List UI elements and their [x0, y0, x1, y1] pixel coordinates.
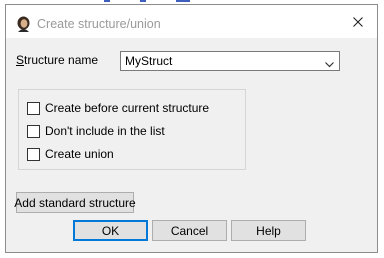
close-icon: [353, 17, 363, 27]
structure-name-combobox[interactable]: MyStruct: [120, 51, 340, 71]
dont-include-label: Don't include in the list: [45, 124, 165, 138]
dont-include-checkbox[interactable]: [27, 124, 40, 138]
close-button[interactable]: [345, 11, 371, 33]
background-link-fragment: [140, 0, 146, 2]
options-group: Create before current structure Don't in…: [18, 89, 246, 170]
option-dont-include[interactable]: Don't include in the list: [27, 123, 165, 139]
add-standard-structure-button[interactable]: Add standard structure: [14, 192, 136, 213]
chevron-down-icon[interactable]: [325, 57, 334, 68]
ok-button[interactable]: OK: [73, 220, 148, 241]
dialog-title: Create structure/union: [37, 17, 161, 31]
create-union-checkbox[interactable]: [27, 147, 40, 161]
ida-portrait-icon: [16, 16, 31, 32]
structure-name-value: MyStruct: [125, 54, 173, 68]
create-structure-dialog: Create structure/union Structure name My…: [5, 4, 378, 253]
structure-name-label: Structure name: [16, 53, 99, 67]
cancel-button[interactable]: Cancel: [152, 220, 227, 241]
title-bar[interactable]: Create structure/union: [6, 5, 377, 38]
option-create-before[interactable]: Create before current structure: [27, 100, 209, 116]
background-link-fragment: [104, 0, 110, 2]
create-before-checkbox[interactable]: [27, 101, 40, 115]
create-before-label: Create before current structure: [45, 101, 210, 115]
create-union-label: Create union: [45, 147, 114, 161]
help-button[interactable]: Help: [231, 220, 306, 241]
background-link-fragment: [176, 0, 190, 2]
option-create-union[interactable]: Create union: [27, 146, 114, 162]
